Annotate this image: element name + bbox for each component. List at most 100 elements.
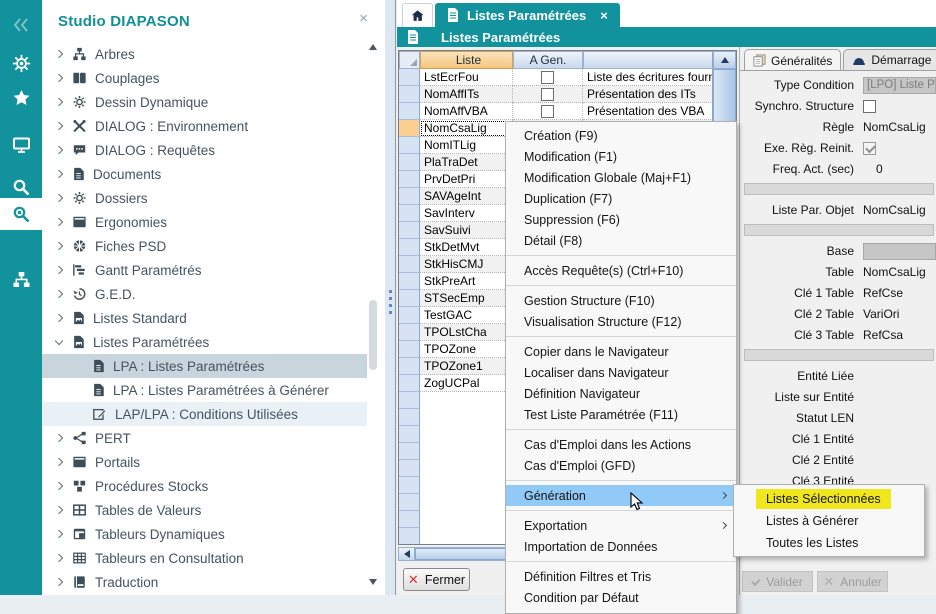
tree-item-dialog-requ-tes[interactable]: DIALOG : Requêtes [42,138,367,162]
scroll-up-button[interactable] [713,51,736,69]
row-selector[interactable] [399,290,420,307]
menu-item-condition-par-d-faut[interactable]: Condition par Défaut [506,587,736,608]
scroll-up-icon[interactable] [369,44,377,50]
menu-item-duplication-f7[interactable]: Duplication (F7) [506,188,736,209]
row-selector[interactable] [399,273,420,290]
cell-designation[interactable]: Présentation des ITs [583,86,712,103]
cell-liste[interactable]: NomCsaLig [420,120,513,137]
menu-item-modification-globale-maj-f1[interactable]: Modification Globale (Maj+F1) [506,167,736,188]
checkbox[interactable] [541,88,554,101]
valider-button[interactable]: Valider [742,571,813,592]
horizontal-scrollbar-thumb[interactable] [415,548,511,560]
chevron-right-icon[interactable] [55,218,63,226]
menu-item-visualisation-structure-f12[interactable]: Visualisation Structure (F12) [506,311,736,332]
table-row-lstecrfou[interactable]: LstEcrFou Liste des écritures fourniss [399,69,712,86]
chevron-right-icon[interactable] [55,506,63,514]
cell-liste[interactable]: NomAffITs [420,86,513,103]
tree-item-fiches-psd[interactable]: Fiches PSD [42,234,367,258]
row-selector[interactable] [399,69,420,86]
menu-item-d-finition-filtres-et-tris[interactable]: Définition Filtres et Tris [506,566,736,587]
tree-item-lpa-listes-param-tr-es-g-n-rer[interactable]: LPA : Listes Paramétrées à Générer [42,378,367,402]
tab-listes-parametrees[interactable]: Listes Paramétrées × [435,3,620,27]
panel-splitter[interactable] [385,0,396,595]
cell-liste[interactable]: SAVAgeInt [420,188,513,205]
chevron-right-icon[interactable] [55,170,63,178]
tree-scrollbar[interactable] [367,40,379,585]
menu-item-g-n-ration[interactable]: Génération [506,485,736,506]
chevron-right-icon[interactable] [55,122,63,130]
cell-liste[interactable]: STSecEmp [420,290,513,307]
chevron-right-icon[interactable] [55,290,63,298]
table-row-nomaffits[interactable]: NomAffITs Présentation des ITs [399,86,712,103]
tab-close-icon[interactable]: × [600,8,608,23]
cell-agen[interactable] [513,103,583,120]
menu-item-exportation[interactable]: Exportation [506,515,736,536]
dropdown-disabled[interactable]: [LPO] Liste Pa [863,77,936,94]
dropdown-disabled[interactable] [863,243,936,260]
table-row-nomaffvba[interactable]: NomAffVBA Présentation des VBA [399,103,712,120]
tree-item-lap-lpa-conditions-utilis-es[interactable]: LAP/LPA : Conditions Utilisées [42,402,367,426]
scroll-left-button[interactable] [399,548,415,560]
submenu-item-listes-s-lectionn-es[interactable]: Listes Sélectionnées [734,488,924,510]
panel-tab-d-marrage[interactable]: Démarrage [843,49,936,70]
tree-item-couplages[interactable]: Couplages [42,66,367,90]
menu-item-cr-ation-f9[interactable]: Création (F9) [506,125,736,146]
cell-agen[interactable] [513,86,583,103]
tree-item-gantt-param-tr-s[interactable]: Gantt Paramétrés [42,258,367,282]
row-selector[interactable] [399,86,420,103]
rail-star-button[interactable] [0,83,42,113]
chevron-right-icon[interactable] [55,554,63,562]
menu-item-suppression-f6[interactable]: Suppression (F6) [506,209,736,230]
chevron-right-icon[interactable] [55,482,63,490]
cell-liste[interactable]: StkDetMvt [420,239,513,256]
column-header-agen[interactable]: A Gen. [513,51,583,69]
chevron-right-icon[interactable] [55,530,63,538]
chevron-right-icon[interactable] [55,458,63,466]
tab-home[interactable] [402,3,433,27]
row-selector[interactable] [399,375,420,392]
menu-item-test-liste-param-tr-e-f11[interactable]: Test Liste Paramétrée (F11) [506,404,736,425]
tree-item-traduction[interactable]: Traduction [42,570,367,594]
submenu-item-listes-g-n-rer[interactable]: Listes à Générer [734,510,924,532]
fermer-button[interactable]: ✕ Fermer [403,568,470,591]
chevron-right-icon[interactable] [55,266,63,274]
chevron-down-icon[interactable] [55,336,63,344]
rail-search-pin-button[interactable] [0,198,42,230]
chevron-right-icon[interactable] [55,74,63,82]
cell-liste[interactable]: TestGAC [420,307,513,324]
cell-agen[interactable] [513,69,583,86]
menu-item-d-finition-navigateur[interactable]: Définition Navigateur [506,383,736,404]
checkbox-checked[interactable] [863,142,876,155]
menu-item-copier-dans-le-navigateur[interactable]: Copier dans le Navigateur [506,341,736,362]
tree-item-proc-dures-stocks[interactable]: Procédures Stocks [42,474,367,498]
menu-item-cas-d-emploi-dans-les-actions[interactable]: Cas d'Emploi dans les Actions [506,434,736,455]
submenu-item-toutes-les-listes[interactable]: Toutes les Listes [734,532,924,554]
chevron-right-icon[interactable] [55,146,63,154]
row-selector[interactable] [399,137,420,154]
tree-scrollbar-thumb[interactable] [369,300,377,370]
rail-helm-button[interactable] [0,48,42,78]
checkbox[interactable] [541,71,554,84]
chevron-right-icon[interactable] [55,314,63,322]
cell-liste[interactable]: TPOZone [420,341,513,358]
tree-item-lpa-listes-param-tr-es[interactable]: LPA : Listes Paramétrées [42,354,367,378]
chevron-right-icon[interactable] [55,578,63,586]
panel-tab-g-n-ralit-s[interactable]: Généralités [744,49,841,70]
menu-item-gestion-structure-f10[interactable]: Gestion Structure (F10) [506,290,736,311]
row-selector[interactable] [399,205,420,222]
cell-liste[interactable]: StkPreArt [420,273,513,290]
rail-org-button[interactable] [0,265,42,295]
scroll-down-icon[interactable] [369,579,377,585]
checkbox[interactable] [863,100,876,113]
cell-liste[interactable]: StkHisCMJ [420,256,513,273]
rail-monitor-button[interactable] [0,130,42,160]
tree-item-arbres[interactable]: Arbres [42,42,367,66]
menu-item-modification-f1[interactable]: Modification (F1) [506,146,736,167]
tree-item-dialog-environnement[interactable]: DIALOG : Environnement [42,114,367,138]
cell-liste[interactable]: SavInterv [420,205,513,222]
tree-item-documents[interactable]: Documents [42,162,367,186]
menu-item-acc-s-requ-te-s-ctrl-f10[interactable]: Accès Requête(s) (Ctrl+F10) [506,260,736,281]
cell-liste[interactable]: PrvDetPri [420,171,513,188]
close-icon[interactable]: × [359,11,368,26]
row-selector[interactable] [399,103,420,120]
